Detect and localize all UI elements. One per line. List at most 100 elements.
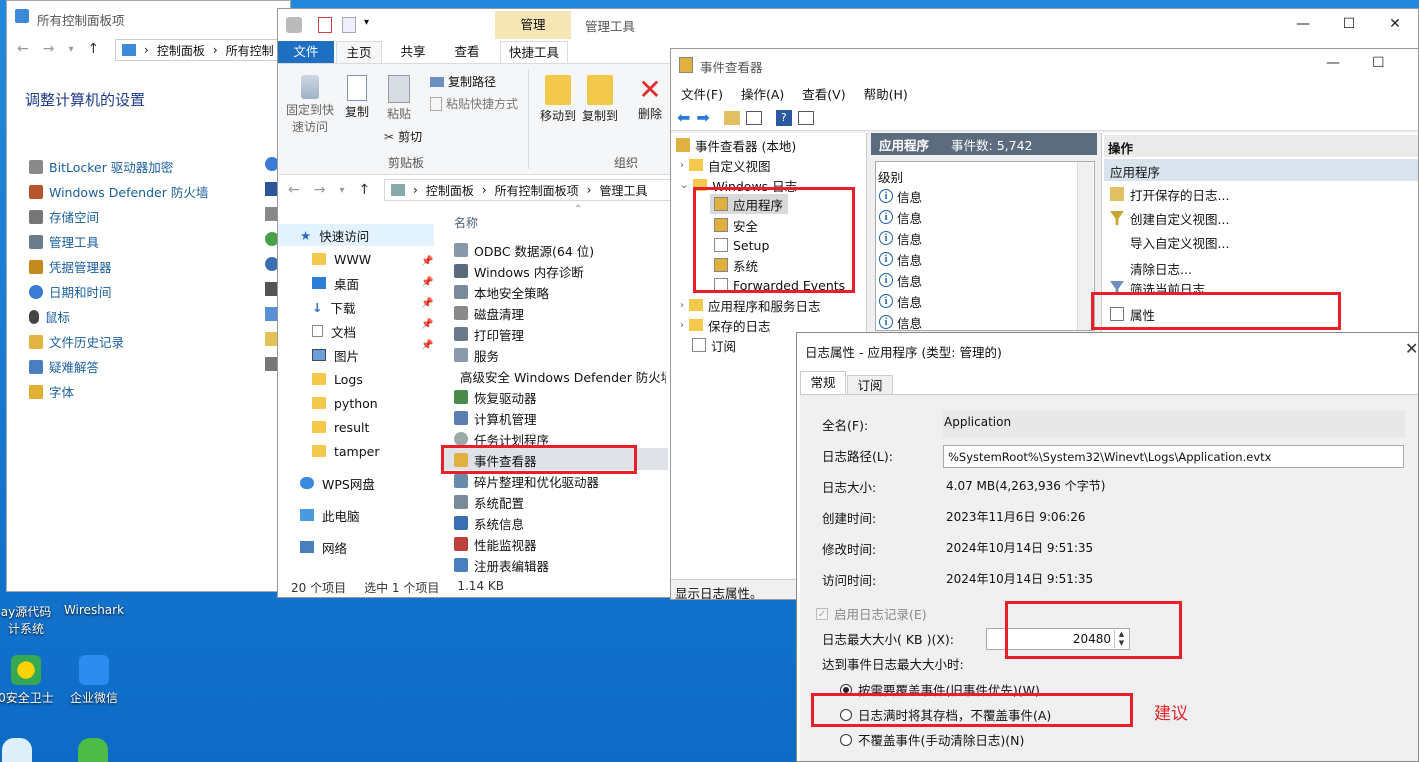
show-tree-icon[interactable] [745,110,762,125]
event-list-scrollbar[interactable] [1077,162,1093,330]
menu-help[interactable]: 帮助(H) [864,84,908,103]
pin-icon[interactable]: 📌 [421,256,433,267]
cp-item-admin-tools[interactable]: 管理工具 [29,232,99,251]
folder-up-icon[interactable] [723,110,740,125]
breadcrumb-item[interactable]: 所有控制 [226,42,274,59]
nav-item-www[interactable]: WWW [312,248,371,270]
cp-item-file-history[interactable]: 文件历史记录 [29,332,124,351]
nav-item-result[interactable]: result [312,416,369,438]
tree-application[interactable]: 应用程序 [714,194,783,214]
file-item[interactable]: 任务计划程序 [454,429,666,449]
desktop-icon-wireshark[interactable]: Wireshark [54,603,134,617]
nav-item-tamper[interactable]: tamper [312,440,380,462]
back-arrow-icon[interactable]: ← [17,41,29,57]
menu-file[interactable]: 文件(F) [681,84,723,103]
file-item[interactable]: 碎片整理和优化驱动器 [454,471,666,491]
tree-system[interactable]: 系统 [714,255,758,275]
pin-icon[interactable]: 📌 [421,298,433,309]
event-row[interactable]: i 信息 [879,270,922,290]
file-item[interactable]: 注册表编辑器 [454,555,666,575]
copy-button[interactable]: 复制 [340,75,374,120]
delete-button[interactable]: ✕ 删除 [632,75,668,122]
breadcrumb-item[interactable]: 管理工具 [599,182,647,199]
cp-item-storage[interactable]: 存储空间 [29,207,99,226]
nav-item-logs[interactable]: Logs [312,368,363,390]
move-to-button[interactable]: 移动到 [536,75,580,124]
copy-path-button[interactable]: 复制路径 [430,73,496,90]
file-item[interactable]: 系统信息 [454,513,666,533]
context-tab-manage[interactable]: 管理 [495,11,571,39]
tab-tools[interactable]: 快捷工具 [500,41,568,63]
nav-item-desktop[interactable]: 桌面 [312,272,359,294]
tab-file[interactable]: 文件 [278,41,334,63]
option-archive[interactable]: 日志满时将其存档，不覆盖事件(A) [840,705,1051,724]
tree-app-service[interactable]: › 应用程序和服务日志 [680,295,821,315]
nav-item-documents[interactable]: 文档 [312,320,356,342]
pin-icon[interactable]: 📌 [421,277,433,288]
explorer-address-bar[interactable]: › 控制面板 › 所有控制面板项 › 管理工具 [384,179,674,201]
nav-item-this-pc[interactable]: 此电脑 [300,504,360,526]
action-import-view[interactable]: 导入自定义视图... [1130,232,1229,252]
forward-arrow-icon[interactable]: → [314,182,326,198]
tree-saved[interactable]: › 保存的日志 [680,315,771,335]
cloud-icon[interactable] [2,738,32,762]
tab-general[interactable]: 常规 [800,371,846,395]
file-item[interactable]: 本地安全策略 [454,282,666,302]
copy-to-button[interactable]: 复制到 [578,75,622,124]
file-item[interactable]: 恢复驱动器 [454,387,666,407]
cp-item-credentials[interactable]: 凭据管理器 [29,257,112,276]
close-icon[interactable]: ✕ [1372,9,1418,39]
event-row[interactable]: i 信息 [879,291,922,311]
tree-root[interactable]: 事件查看器 (本地) [676,135,796,155]
minimize-icon[interactable]: — [1280,9,1326,39]
help-icon[interactable]: ? [775,109,792,126]
menu-action[interactable]: 操作(A) [741,84,784,103]
cut-button[interactable]: ✂ 剪切 [384,128,422,145]
option-no-overwrite[interactable]: 不覆盖事件(手动清除日志)(N) [840,730,1024,749]
event-row[interactable]: i 信息 [879,207,922,227]
option-overwrite[interactable]: 按需要覆盖事件(旧事件优先)(W) [840,680,1040,699]
file-item[interactable]: 性能监视器 [454,534,666,554]
spin-arrows-icon[interactable]: ▲ ▼ [1114,630,1128,648]
file-item[interactable]: 计算机管理 [454,408,666,428]
event-row[interactable]: i 信息 [879,228,922,248]
nav-item-quick-access[interactable]: ★ 快速访问 [300,224,369,246]
breadcrumb-item[interactable]: 控制面板 [426,182,474,199]
wechat-icon[interactable] [78,738,108,762]
pin-button[interactable]: 固定到快 速访问 [284,75,336,135]
cp-item-troubleshoot[interactable]: 疑难解答 [29,357,99,376]
pin-icon[interactable]: 📌 [421,319,433,330]
paste-shortcut-button[interactable]: 粘贴快捷方式 [430,95,518,112]
event-row[interactable]: i 信息 [879,186,922,206]
close-icon[interactable]: ✕ [1405,339,1418,358]
event-row[interactable]: i 信息 [879,312,922,332]
chevron-right-icon[interactable]: › [680,160,684,171]
address-bar[interactable]: › 控制面板 › 所有控制 [115,39,290,61]
nav-item-python[interactable]: python [312,392,378,414]
pin-icon[interactable]: 📌 [421,340,433,351]
gear-icon[interactable] [286,17,302,33]
properties-icon[interactable] [318,17,332,33]
cp-item-fonts[interactable]: 字体 [29,382,74,401]
up-arrow-icon[interactable]: ↑ [88,41,100,57]
file-item[interactable]: 高级安全 Windows Defender 防火墙 [454,366,666,386]
level-column-header[interactable]: 级别 [878,167,903,186]
column-header-name[interactable]: 名称 [454,214,478,231]
breadcrumb-item[interactable]: 控制面板 [157,42,205,59]
action-open-saved[interactable]: 打开保存的日志... [1110,184,1229,204]
tree-security[interactable]: 安全 [714,215,758,235]
maximize-icon[interactable]: ☐ [1372,55,1385,71]
forward-arrow-icon[interactable]: → [43,41,55,57]
desktop-icon-wecom[interactable]: 企业微信 [54,655,134,706]
cp-item-firewall[interactable]: Windows Defender 防火墙 [29,182,208,201]
file-item[interactable]: 磁盘清理 [454,303,666,323]
paste-button[interactable]: 粘贴 [382,75,416,122]
actions-section[interactable]: 应用程序 [1104,159,1418,181]
up-arrow-icon[interactable]: ↑ [359,182,371,198]
tab-view[interactable]: 查看 [444,41,490,63]
log-path-input[interactable]: %SystemRoot%\System32\Winevt\Logs\Applic… [943,445,1404,468]
action-clear-log[interactable]: 清除日志... [1130,258,1192,278]
breadcrumb-item[interactable]: 所有控制面板项 [495,182,579,199]
chevron-right-icon[interactable]: › [680,320,684,331]
cp-item-mouse[interactable]: 鼠标 [29,307,70,326]
